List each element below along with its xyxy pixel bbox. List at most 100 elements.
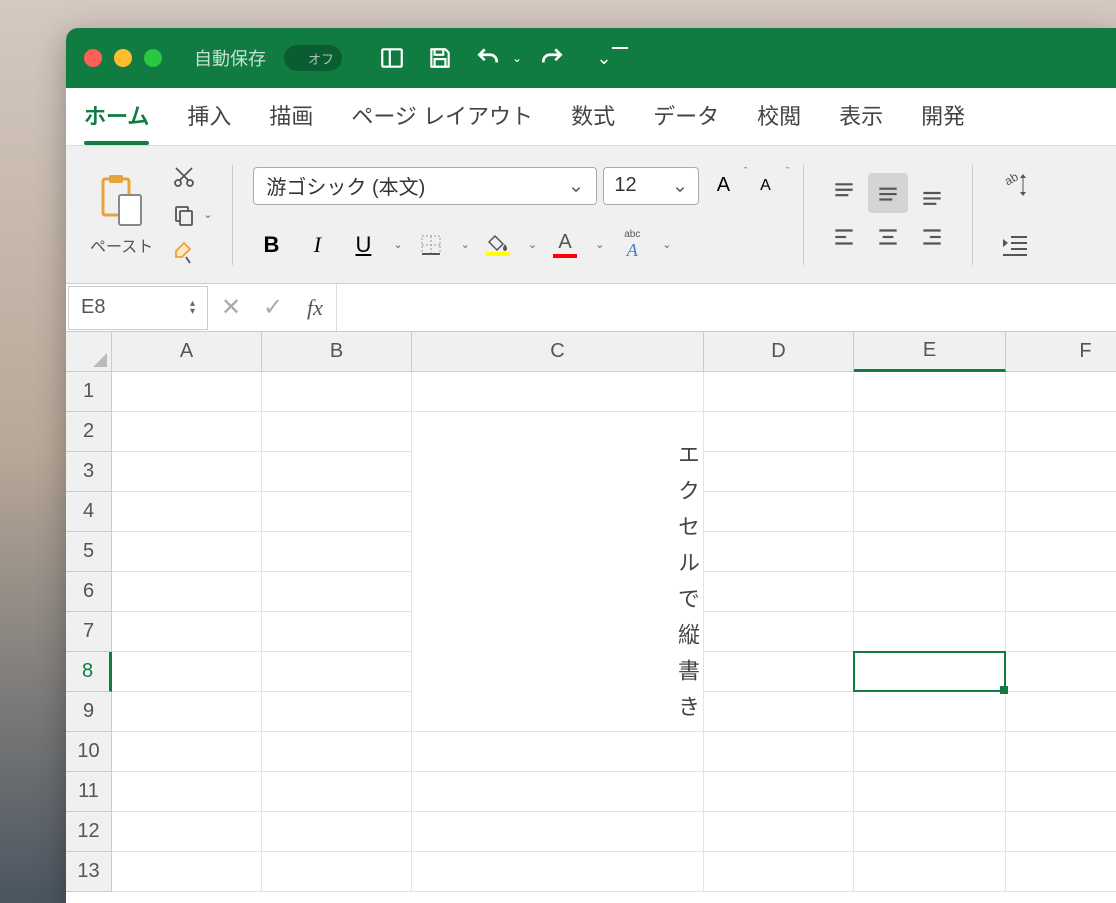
autosave-toggle[interactable]: オフ bbox=[284, 45, 342, 71]
tab-formulas[interactable]: 数式 bbox=[571, 99, 615, 145]
cell-B2[interactable] bbox=[262, 412, 412, 452]
name-box-spinner[interactable]: ▴▾ bbox=[190, 300, 195, 316]
copy-button[interactable] bbox=[167, 199, 201, 231]
cell-C12[interactable] bbox=[412, 812, 704, 852]
cell-E6[interactable] bbox=[854, 572, 1006, 612]
cell-C13[interactable] bbox=[412, 852, 704, 892]
increase-font-button[interactable]: Aˆ bbox=[705, 168, 741, 204]
cell-E4[interactable] bbox=[854, 492, 1006, 532]
align-middle-button[interactable] bbox=[868, 173, 908, 213]
column-header-B[interactable]: B bbox=[262, 332, 412, 372]
cell-F7[interactable] bbox=[1006, 612, 1116, 652]
cell-B9[interactable] bbox=[262, 692, 412, 732]
cell-B7[interactable] bbox=[262, 612, 412, 652]
cell-D13[interactable] bbox=[704, 852, 854, 892]
align-right-button[interactable] bbox=[912, 217, 952, 257]
cell-B5[interactable] bbox=[262, 532, 412, 572]
tab-page-layout[interactable]: ページ レイアウト bbox=[351, 99, 533, 145]
font-color-dropdown[interactable]: ⌄ bbox=[595, 238, 604, 251]
cell-F8[interactable] bbox=[1006, 652, 1116, 692]
cell-B10[interactable] bbox=[262, 732, 412, 772]
row-header-11[interactable]: 11 bbox=[66, 772, 112, 812]
cell-E2[interactable] bbox=[854, 412, 1006, 452]
cell-B11[interactable] bbox=[262, 772, 412, 812]
cell-E11[interactable] bbox=[854, 772, 1006, 812]
cell-A9[interactable] bbox=[112, 692, 262, 732]
cell-B13[interactable] bbox=[262, 852, 412, 892]
borders-dropdown[interactable]: ⌄ bbox=[461, 238, 470, 251]
undo-icon[interactable] bbox=[470, 40, 506, 76]
row-header-5[interactable]: 5 bbox=[66, 532, 112, 572]
cell-B1[interactable] bbox=[262, 372, 412, 412]
cell-A5[interactable] bbox=[112, 532, 262, 572]
column-header-D[interactable]: D bbox=[704, 332, 854, 372]
decrease-font-button[interactable]: Aˇ bbox=[747, 168, 783, 204]
cell-E10[interactable] bbox=[854, 732, 1006, 772]
cell-A4[interactable] bbox=[112, 492, 262, 532]
indent-button[interactable] bbox=[993, 227, 1037, 263]
select-all-corner[interactable] bbox=[66, 332, 112, 372]
cell-F10[interactable] bbox=[1006, 732, 1116, 772]
enter-formula-button[interactable]: ✓ bbox=[252, 293, 294, 322]
cell-F3[interactable] bbox=[1006, 452, 1116, 492]
cell-F5[interactable] bbox=[1006, 532, 1116, 572]
cell-F4[interactable] bbox=[1006, 492, 1116, 532]
tab-developer[interactable]: 開発 bbox=[921, 99, 965, 145]
cut-button[interactable] bbox=[167, 161, 201, 193]
cell-A1[interactable] bbox=[112, 372, 262, 412]
cell-F9[interactable] bbox=[1006, 692, 1116, 732]
name-box[interactable]: E8 ▴▾ bbox=[68, 286, 208, 330]
cell-A11[interactable] bbox=[112, 772, 262, 812]
cell-D7[interactable] bbox=[704, 612, 854, 652]
row-header-1[interactable]: 1 bbox=[66, 372, 112, 412]
cell-B12[interactable] bbox=[262, 812, 412, 852]
save-icon[interactable] bbox=[422, 40, 458, 76]
cell-C11[interactable] bbox=[412, 772, 704, 812]
cell-D10[interactable] bbox=[704, 732, 854, 772]
cell-D4[interactable] bbox=[704, 492, 854, 532]
formula-input[interactable] bbox=[336, 284, 1116, 331]
cell-C10[interactable] bbox=[412, 732, 704, 772]
cell-A7[interactable] bbox=[112, 612, 262, 652]
phonetic-button[interactable]: abc A bbox=[614, 227, 650, 263]
row-header-10[interactable]: 10 bbox=[66, 732, 112, 772]
bold-button[interactable]: B bbox=[253, 227, 289, 263]
cell-A8[interactable] bbox=[112, 652, 262, 692]
zoom-window-button[interactable] bbox=[144, 49, 162, 67]
font-size-select[interactable]: 12⌄ bbox=[603, 167, 699, 205]
italic-button[interactable]: I bbox=[299, 227, 335, 263]
cell-E3[interactable] bbox=[854, 452, 1006, 492]
cell-D5[interactable] bbox=[704, 532, 854, 572]
cell-E7[interactable] bbox=[854, 612, 1006, 652]
cell-F1[interactable] bbox=[1006, 372, 1116, 412]
cell-B3[interactable] bbox=[262, 452, 412, 492]
cancel-formula-button[interactable]: ✕ bbox=[210, 293, 252, 322]
cell-F6[interactable] bbox=[1006, 572, 1116, 612]
align-top-button[interactable] bbox=[824, 173, 864, 213]
column-header-A[interactable]: A bbox=[112, 332, 262, 372]
tab-home[interactable]: ホーム bbox=[84, 99, 149, 145]
insert-function-button[interactable]: fx bbox=[294, 295, 336, 321]
align-bottom-button[interactable] bbox=[912, 173, 952, 213]
column-header-F[interactable]: F bbox=[1006, 332, 1116, 372]
underline-dropdown[interactable]: ⌄ bbox=[393, 238, 402, 251]
borders-button[interactable] bbox=[413, 227, 449, 263]
cell-E9[interactable] bbox=[854, 692, 1006, 732]
cell-D3[interactable] bbox=[704, 452, 854, 492]
font-color-button[interactable]: A bbox=[547, 227, 583, 263]
cell-C1[interactable] bbox=[412, 372, 704, 412]
row-header-13[interactable]: 13 bbox=[66, 852, 112, 892]
row-header-12[interactable]: 12 bbox=[66, 812, 112, 852]
row-header-6[interactable]: 6 bbox=[66, 572, 112, 612]
cell-E5[interactable] bbox=[854, 532, 1006, 572]
cell-D9[interactable] bbox=[704, 692, 854, 732]
cell-F12[interactable] bbox=[1006, 812, 1116, 852]
column-header-E[interactable]: E bbox=[854, 332, 1006, 372]
close-window-button[interactable] bbox=[84, 49, 102, 67]
tab-draw[interactable]: 描画 bbox=[269, 99, 313, 145]
customize-toolbar-icon[interactable]: ⌄ bbox=[594, 40, 630, 76]
row-header-8[interactable]: 8 bbox=[66, 652, 112, 692]
cell-E1[interactable] bbox=[854, 372, 1006, 412]
cell-F13[interactable] bbox=[1006, 852, 1116, 892]
tab-view[interactable]: 表示 bbox=[839, 99, 883, 145]
